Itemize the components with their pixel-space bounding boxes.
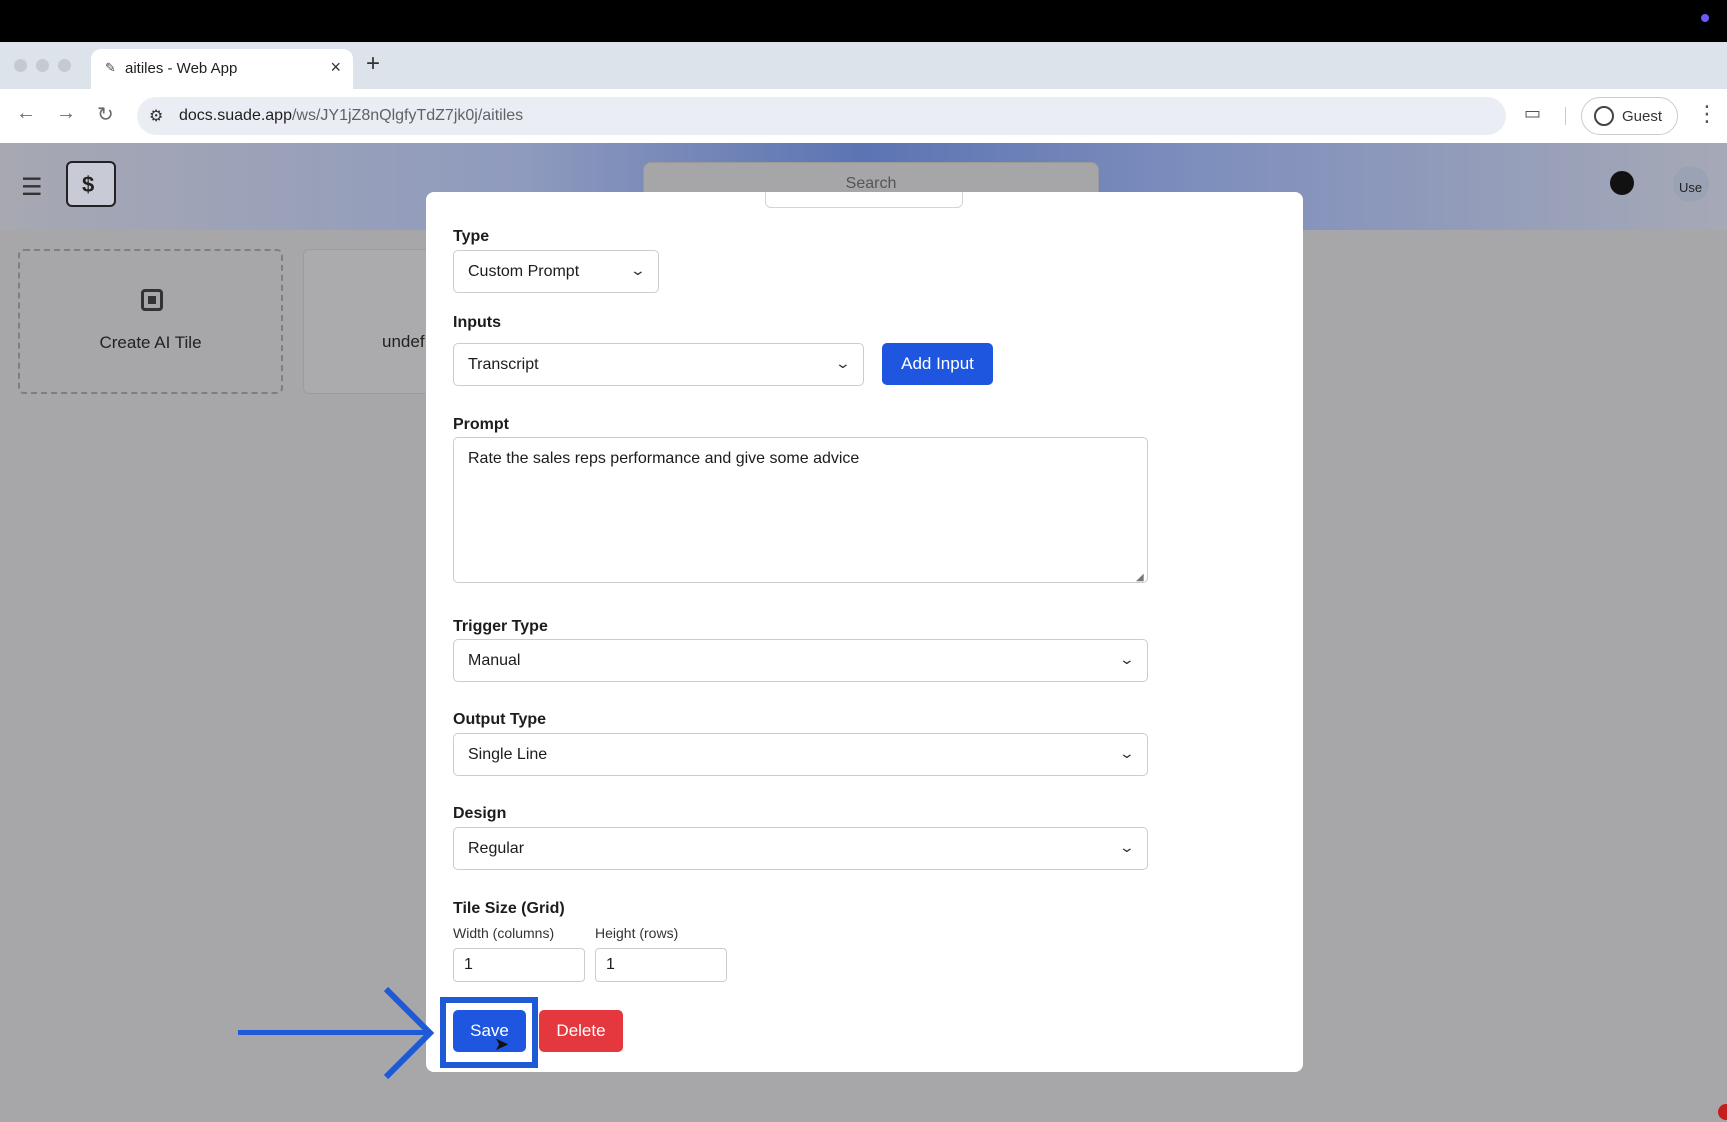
new-tab-button[interactable]: +: [366, 50, 380, 78]
scrolled-field-edge: [765, 192, 963, 208]
os-menu-bar: [0, 0, 1727, 42]
profile-button[interactable]: Guest: [1581, 97, 1678, 135]
resize-handle-icon[interactable]: ◢: [1136, 572, 1144, 583]
inputs-value: Transcript: [468, 356, 539, 373]
design-value: Regular: [468, 840, 525, 857]
output-type-label: Output Type: [453, 711, 547, 728]
width-input[interactable]: [453, 948, 585, 982]
search-placeholder: Search: [845, 175, 897, 192]
browser-toolbar: ← → ↻ ⚙ docs.suade.app/ws/JY1jZ8nQlgfyTd…: [0, 89, 1727, 143]
trigger-type-label: Trigger Type: [453, 618, 548, 635]
status-dot: [1701, 14, 1709, 22]
chevron-down-icon: ⌄: [834, 355, 852, 371]
height-label: Height (rows): [595, 925, 679, 941]
design-select[interactable]: Regular ⌄: [453, 827, 1148, 870]
output-type-select[interactable]: Single Line ⌄: [453, 733, 1148, 776]
browser-tab-strip: ✎ aitiles - Web App × +: [0, 42, 1727, 89]
logo-glyph: $: [82, 172, 95, 197]
back-arrow-icon[interactable]: ←: [16, 102, 36, 125]
annotation-arrowhead: [383, 986, 435, 1080]
chevron-down-icon: ⌄: [1118, 839, 1136, 855]
add-input-button[interactable]: Add Input: [882, 343, 993, 385]
toolbar-divider: [1565, 107, 1566, 125]
create-ai-tile-card[interactable]: Create AI Tile: [18, 249, 283, 394]
prompt-label: Prompt: [453, 416, 509, 433]
profile-label: Guest: [1622, 108, 1663, 125]
avatar-alt-text: Use: [1679, 180, 1703, 195]
cast-icon[interactable]: ▭: [1524, 103, 1541, 124]
edit-tile-modal: Type Custom Prompt ⌄ Inputs Transcript ⌄…: [426, 192, 1303, 1072]
annotation-highlight-box: [440, 997, 538, 1068]
window-close-control[interactable]: [14, 59, 27, 72]
design-label: Design: [453, 805, 507, 822]
site-settings-icon[interactable]: ⚙: [149, 106, 163, 126]
trigger-type-value: Manual: [468, 652, 521, 669]
address-bar[interactable]: ⚙ docs.suade.app/ws/JY1jZ8nQlgfyTdZ7jk0j…: [137, 97, 1506, 135]
trigger-type-select[interactable]: Manual ⌄: [453, 639, 1148, 682]
hamburger-menu-icon[interactable]: ☰: [21, 173, 43, 202]
app-logo[interactable]: $: [66, 161, 116, 207]
chevron-down-icon: ⌄: [1118, 651, 1136, 667]
feather-icon: ✎: [105, 60, 116, 75]
type-select[interactable]: Custom Prompt ⌄: [453, 250, 659, 293]
window-zoom-control[interactable]: [58, 59, 71, 72]
chevron-down-icon: ⌄: [629, 262, 647, 278]
delete-button[interactable]: Delete: [539, 1010, 623, 1052]
browser-tab[interactable]: ✎ aitiles - Web App ×: [91, 49, 353, 89]
height-input[interactable]: [595, 948, 727, 982]
inputs-label: Inputs: [453, 314, 501, 331]
prompt-textarea[interactable]: Rate the sales reps performance and give…: [453, 437, 1148, 583]
close-icon[interactable]: ×: [330, 57, 341, 78]
mouse-cursor-icon: ➤: [494, 1034, 510, 1054]
url-text: docs.suade.app/ws/JY1jZ8nQlgfyTdZ7jk0j/a…: [179, 107, 524, 124]
user-circle-icon: [1594, 106, 1614, 126]
type-value: Custom Prompt: [468, 263, 580, 280]
chip-icon: [141, 289, 163, 311]
reload-icon[interactable]: ↻: [97, 102, 114, 127]
output-type-value: Single Line: [468, 746, 548, 763]
forward-arrow-icon[interactable]: →: [56, 102, 76, 125]
inputs-select[interactable]: Transcript ⌄: [453, 343, 864, 386]
window-minimize-control[interactable]: [36, 59, 49, 72]
type-label: Type: [453, 228, 490, 245]
flame-icon[interactable]: [1610, 171, 1634, 195]
tile-size-label: Tile Size (Grid): [453, 900, 565, 917]
avatar[interactable]: Use: [1673, 166, 1709, 202]
width-label: Width (columns): [453, 925, 555, 941]
more-menu-icon[interactable]: ⋮: [1696, 101, 1718, 127]
tile-label: Create AI Tile: [99, 333, 202, 352]
chevron-down-icon: ⌄: [1118, 745, 1136, 761]
tab-title: aitiles - Web App: [125, 60, 238, 77]
notification-dot: [1718, 1104, 1727, 1120]
